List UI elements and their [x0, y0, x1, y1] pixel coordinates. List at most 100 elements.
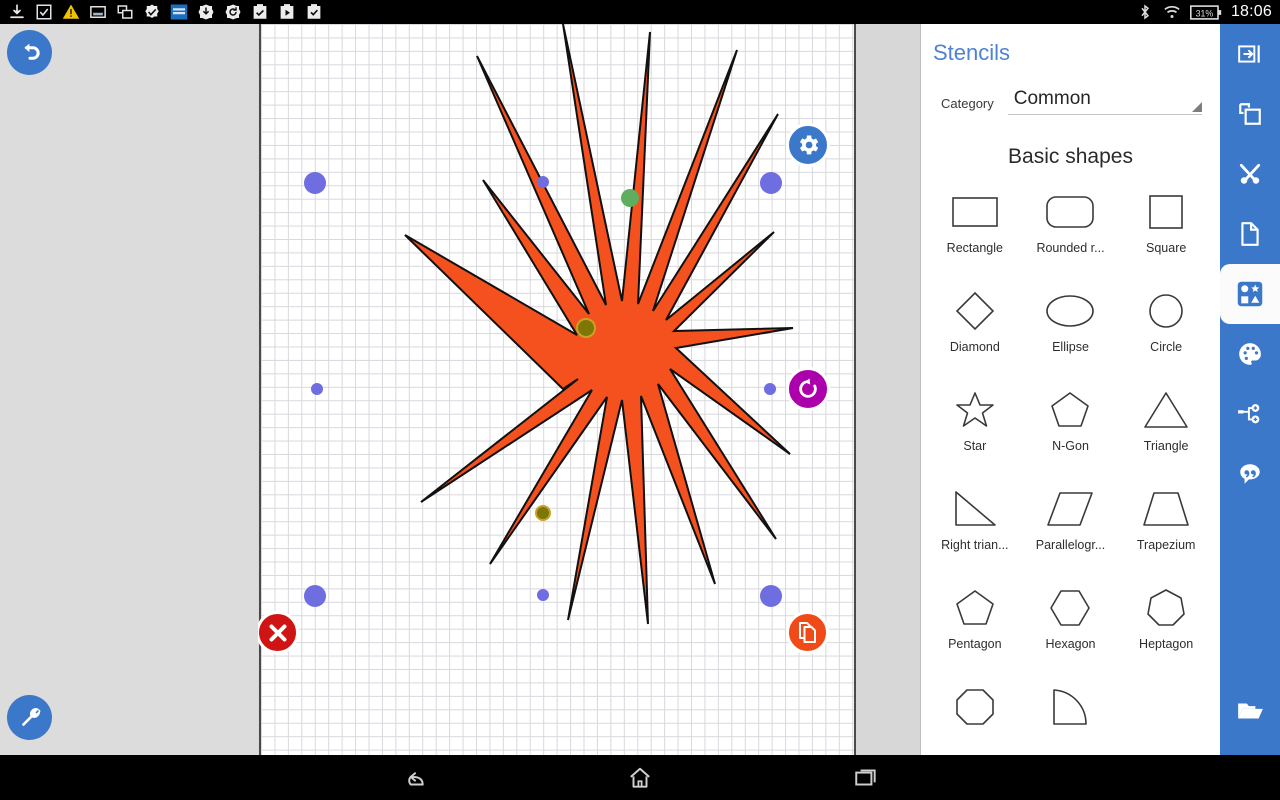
right-triangle-icon — [951, 484, 999, 534]
ngon-icon — [1048, 385, 1092, 435]
stencil-label: Star — [963, 439, 987, 453]
rotate-icon — [799, 378, 817, 398]
comment-icon — [1240, 464, 1260, 484]
stencil-label: Triangle — [1143, 439, 1189, 453]
handle-corner-bottom-right[interactable] — [760, 585, 782, 607]
tools-icon — [1239, 163, 1261, 184]
battery-icon: 31% — [1189, 4, 1222, 20]
category-row: Category Common — [921, 66, 1220, 115]
stencil-item-circle[interactable]: Circle — [1118, 282, 1214, 381]
page-icon — [1241, 222, 1259, 246]
delete-button[interactable] — [258, 611, 299, 654]
status-bar-clock: 18:06 — [1230, 3, 1272, 20]
undo-icon — [23, 43, 40, 60]
tools-button[interactable] — [7, 695, 52, 740]
rail-collapse-panel-button[interactable] — [1220, 24, 1280, 84]
checkbox-icon — [36, 4, 52, 20]
rail-stencils-button[interactable] — [1220, 264, 1280, 324]
collapse-panel-icon — [1238, 45, 1260, 63]
image-icon — [90, 6, 106, 18]
category-spinner[interactable]: Common — [1007, 88, 1202, 115]
close-icon — [269, 624, 286, 641]
layers-icon — [1239, 103, 1261, 125]
sync-icon — [225, 4, 241, 20]
handle-point-count[interactable] — [535, 505, 551, 521]
shape-settings-button[interactable] — [786, 123, 830, 167]
stencil-item-parallelogram[interactable]: Parallelogr... — [1023, 480, 1119, 579]
stencil-item-trapezium[interactable]: Trapezium — [1118, 480, 1214, 579]
stencil-item-rectangle[interactable]: Rectangle — [927, 183, 1023, 282]
folder-open-icon — [1238, 703, 1263, 719]
handle-corner-top-left[interactable] — [304, 172, 326, 194]
rail-palette-button[interactable] — [1220, 324, 1280, 384]
handle-rotate-point[interactable] — [621, 189, 639, 207]
stencil-label: Heptagon — [1139, 637, 1194, 651]
circle-icon — [1146, 286, 1186, 336]
pentagon-icon — [953, 583, 997, 633]
rail-comment-button[interactable] — [1220, 444, 1280, 504]
stencil-item-square[interactable]: Square — [1118, 183, 1214, 282]
stencil-item-ngon[interactable]: N-Gon — [1023, 381, 1119, 480]
stencil-label: Parallelogr... — [1035, 538, 1106, 552]
stencil-label: Hexagon — [1045, 637, 1096, 651]
handle-inner-radius[interactable] — [576, 318, 596, 338]
home-icon[interactable] — [627, 765, 653, 791]
palette-icon — [1239, 343, 1261, 365]
rotate-button[interactable] — [786, 367, 830, 411]
section-title: Basic shapes — [1008, 145, 1133, 168]
stencil-label: Rectangle — [946, 241, 1003, 255]
shape-grid: Rectangle Rounded r... Square Diamond El… — [921, 183, 1220, 777]
recents-icon[interactable] — [853, 765, 879, 791]
stencil-item-ellipse[interactable]: Ellipse — [1023, 282, 1119, 381]
heptagon-icon — [1144, 583, 1188, 633]
rail-connector-button[interactable] — [1220, 384, 1280, 444]
rail-layers-button[interactable] — [1220, 84, 1280, 144]
stencil-item-heptagon[interactable]: Heptagon — [1118, 579, 1214, 678]
ellipse-icon — [1043, 286, 1097, 336]
stencils-icon — [1237, 281, 1263, 307]
clipboard-tick-icon — [307, 4, 321, 19]
back-icon[interactable] — [401, 765, 427, 791]
check-badge-icon — [145, 4, 159, 18]
handle-corner-top-right[interactable] — [760, 172, 782, 194]
star-polygon[interactable] — [404, 24, 794, 625]
rail-open-file-button[interactable] — [1220, 681, 1280, 741]
rail-tools-button[interactable] — [1220, 144, 1280, 204]
handle-edge-left[interactable] — [311, 383, 323, 395]
handle-edge-top[interactable] — [537, 176, 549, 188]
warning-icon — [62, 4, 80, 19]
stencil-item-pentagon[interactable]: Pentagon — [927, 579, 1023, 678]
stencil-item-right-triangle[interactable]: Right trian... — [927, 480, 1023, 579]
handle-edge-bottom[interactable] — [537, 589, 549, 601]
stencil-label: Ellipse — [1052, 340, 1089, 354]
diamond-icon — [953, 286, 997, 336]
stencil-item-rounded-rectangle[interactable]: Rounded r... — [1023, 183, 1119, 282]
status-bar-system-icons: 31% 18:06 — [1136, 0, 1272, 24]
undo-button[interactable] — [7, 30, 52, 75]
stencil-label: Square — [1146, 241, 1187, 255]
right-toolbar — [1220, 24, 1280, 755]
save-icon — [198, 4, 214, 20]
connector-icon — [1238, 404, 1260, 424]
stencil-item-star[interactable]: Star — [927, 381, 1023, 480]
stencil-item-triangle[interactable]: Triangle — [1118, 381, 1214, 480]
stencils-panel: Stencils Category Common Basic shapes Re… — [920, 24, 1220, 755]
drawing-canvas[interactable] — [258, 24, 920, 755]
stencil-item-hexagon[interactable]: Hexagon — [1023, 579, 1119, 678]
star-icon — [954, 385, 996, 435]
stencil-item-diamond[interactable]: Diamond — [927, 282, 1023, 381]
duplicate-button[interactable] — [786, 611, 829, 654]
rounded-rectangle-icon — [1043, 187, 1097, 237]
stencil-label: Diamond — [949, 340, 1000, 354]
rail-page-button[interactable] — [1220, 204, 1280, 264]
handle-edge-right[interactable] — [764, 383, 776, 395]
handle-corner-bottom-left[interactable] — [304, 585, 326, 607]
status-bar-notification-icons — [0, 3, 323, 21]
category-label: Category — [941, 96, 994, 111]
stencil-label: Rounded r... — [1036, 241, 1105, 255]
clipboard-check-icon — [253, 4, 267, 19]
triangle-icon — [1142, 385, 1190, 435]
download-icon — [10, 4, 24, 19]
rectangle-icon — [949, 187, 1001, 237]
clipboard-play-icon — [280, 4, 294, 19]
